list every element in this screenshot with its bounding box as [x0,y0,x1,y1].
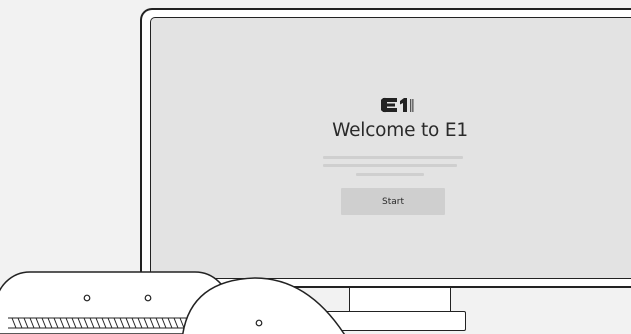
device-illustrations [0,271,345,334]
illustration: Welcome to E1 Start [0,0,631,334]
